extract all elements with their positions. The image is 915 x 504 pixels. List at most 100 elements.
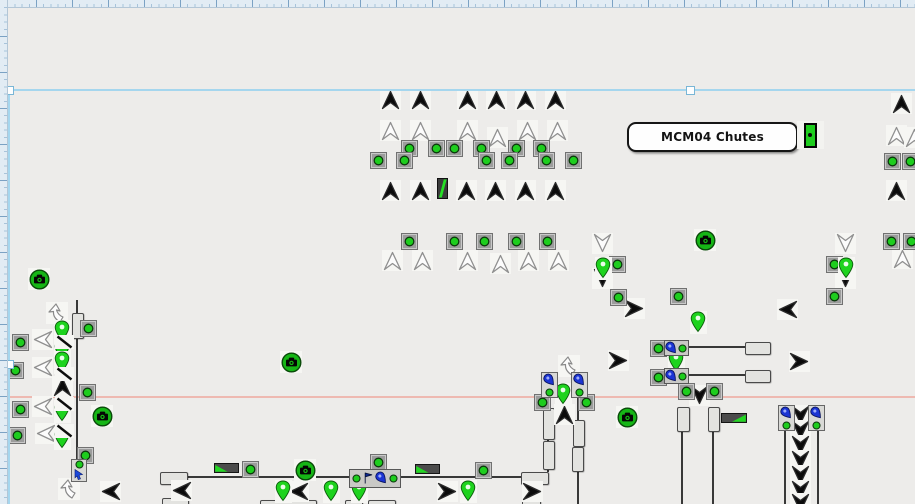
chevron-left-white-icon[interactable]: [32, 396, 53, 417]
camera-indicator-icon[interactable]: [280, 351, 302, 373]
chevron-up-black-icon[interactable]: [891, 93, 912, 114]
chevron-up-black-icon[interactable]: [456, 180, 477, 201]
chevron-up-white-icon[interactable]: [382, 250, 403, 271]
gauge-left-icon[interactable]: [214, 463, 239, 473]
chevron-left-black-icon[interactable]: [171, 480, 192, 501]
green-indicator-icon[interactable]: [883, 233, 900, 250]
green-indicator-icon[interactable]: [476, 233, 493, 250]
chevron-up-black-icon[interactable]: [485, 180, 506, 201]
green-indicator-icon[interactable]: [903, 233, 915, 250]
chevron-up-black-icon[interactable]: [410, 89, 431, 110]
gauge-right-icon[interactable]: [721, 413, 747, 423]
green-indicator-icon[interactable]: [670, 288, 687, 305]
chevron-up-white-icon[interactable]: [487, 127, 508, 148]
chevron-right-black-icon[interactable]: [624, 298, 645, 319]
chevron-right-black-icon[interactable]: [789, 351, 810, 372]
pin-green-icon[interactable]: [838, 257, 855, 280]
chevron-up-white-icon[interactable]: [892, 248, 913, 269]
conveyor-segment[interactable]: [573, 420, 585, 447]
chevron-left-white-icon[interactable]: [32, 329, 53, 350]
slash-divert-icon[interactable]: [55, 397, 74, 411]
green-indicator-icon[interactable]: [706, 383, 723, 400]
chevron-up-white-icon[interactable]: [517, 120, 538, 141]
diverter-panel-icon[interactable]: [71, 459, 87, 482]
green-indicator-icon[interactable]: [12, 334, 29, 351]
pin-panel-v-icon[interactable]: [778, 405, 795, 431]
pin-panel-v-icon[interactable]: [541, 372, 558, 398]
green-indicator-icon[interactable]: [478, 152, 495, 169]
chevron-up-black-icon[interactable]: [457, 89, 478, 110]
slash-divert-icon[interactable]: [55, 367, 74, 381]
conveyor-segment[interactable]: [543, 441, 555, 470]
chevron-up-white-icon[interactable]: [547, 120, 568, 141]
chevron-up-black-icon[interactable]: [545, 89, 566, 110]
green-indicator-icon[interactable]: [446, 140, 463, 157]
selection-guide-horizontal[interactable]: [9, 89, 915, 91]
conveyor-segment[interactable]: [572, 447, 584, 472]
green-indicator-icon[interactable]: [565, 152, 582, 169]
slash-divert-icon[interactable]: [55, 335, 74, 349]
chevron-up-black-icon[interactable]: [886, 180, 907, 201]
chevron-left-black-icon[interactable]: [100, 481, 121, 502]
green-indicator-icon[interactable]: [826, 288, 843, 305]
chevron-up-white-icon[interactable]: [457, 120, 478, 141]
chevron-up-white-icon[interactable]: [518, 250, 539, 271]
chevron-left-white-icon[interactable]: [35, 423, 56, 444]
green-indicator-icon[interactable]: [678, 383, 695, 400]
green-indicator-icon[interactable]: [401, 233, 418, 250]
chevron-left-black-icon[interactable]: [777, 299, 798, 320]
chevron-up-black-icon[interactable]: [545, 180, 566, 201]
conveyor-segment[interactable]: [745, 370, 771, 383]
chevron-right-black-icon[interactable]: [437, 481, 458, 502]
chevron-up-white-icon[interactable]: [412, 250, 433, 271]
green-indicator-icon[interactable]: [501, 152, 518, 169]
chevron-up-white-icon[interactable]: [380, 120, 401, 141]
camera-indicator-icon[interactable]: [616, 406, 638, 428]
selection-handle[interactable]: [686, 86, 695, 95]
green-indicator-icon[interactable]: [446, 233, 463, 250]
pin-green-icon[interactable]: [275, 480, 292, 503]
pin-panel-h-icon[interactable]: [664, 368, 689, 384]
editor-canvas[interactable]: MCM04 Chutes: [0, 0, 915, 504]
conveyor-segment[interactable]: [677, 407, 690, 432]
pin-panel-v-icon[interactable]: [571, 372, 588, 398]
conveyor-segment[interactable]: [745, 342, 771, 355]
chevron-right-black-icon[interactable]: [608, 350, 629, 371]
conveyor-segment[interactable]: [708, 407, 720, 432]
green-indicator-icon[interactable]: [79, 384, 96, 401]
green-indicator-icon[interactable]: [80, 320, 97, 337]
pin-panel-h-icon[interactable]: [664, 340, 689, 356]
green-indicator-icon[interactable]: [428, 140, 445, 157]
green-indicator-icon[interactable]: [9, 427, 26, 444]
chute-label[interactable]: MCM04 Chutes: [627, 122, 798, 152]
chevron-up-white-icon[interactable]: [490, 253, 511, 274]
green-indicator-icon[interactable]: [242, 461, 259, 478]
green-indicator-icon[interactable]: [396, 152, 413, 169]
camera-indicator-icon[interactable]: [91, 405, 113, 427]
camera-indicator-icon[interactable]: [294, 459, 316, 481]
chevron-up-black-icon[interactable]: [554, 404, 575, 425]
slash-divert-icon[interactable]: [55, 424, 74, 438]
green-indicator-icon[interactable]: [902, 153, 915, 170]
green-indicator-icon[interactable]: [610, 289, 627, 306]
pin-green-icon[interactable]: [323, 480, 340, 503]
door-indicator[interactable]: [797, 121, 824, 149]
camera-indicator-icon[interactable]: [28, 268, 50, 290]
chevron-up-black-icon[interactable]: [380, 180, 401, 201]
chevron-down-black-icon[interactable]: [790, 493, 811, 504]
chevron-up-white-icon[interactable]: [457, 250, 478, 271]
selection-guide-vertical[interactable]: [8, 89, 10, 504]
chevron-up-white-icon[interactable]: [548, 250, 569, 271]
chevron-up-black-icon[interactable]: [515, 180, 536, 201]
chevron-up-white-icon[interactable]: [904, 127, 915, 148]
chevron-up-black-icon[interactable]: [515, 89, 536, 110]
chevron-right-black-icon[interactable]: [522, 481, 543, 502]
chevron-up-black-icon[interactable]: [486, 89, 507, 110]
green-indicator-icon[interactable]: [475, 462, 492, 479]
pin-green-icon[interactable]: [595, 257, 612, 280]
green-indicator-icon[interactable]: [539, 233, 556, 250]
green-indicator-icon[interactable]: [538, 152, 555, 169]
v-slider-icon[interactable]: [437, 178, 448, 199]
control-panel-icon[interactable]: [349, 469, 401, 488]
pin-green-icon[interactable]: [690, 311, 707, 334]
